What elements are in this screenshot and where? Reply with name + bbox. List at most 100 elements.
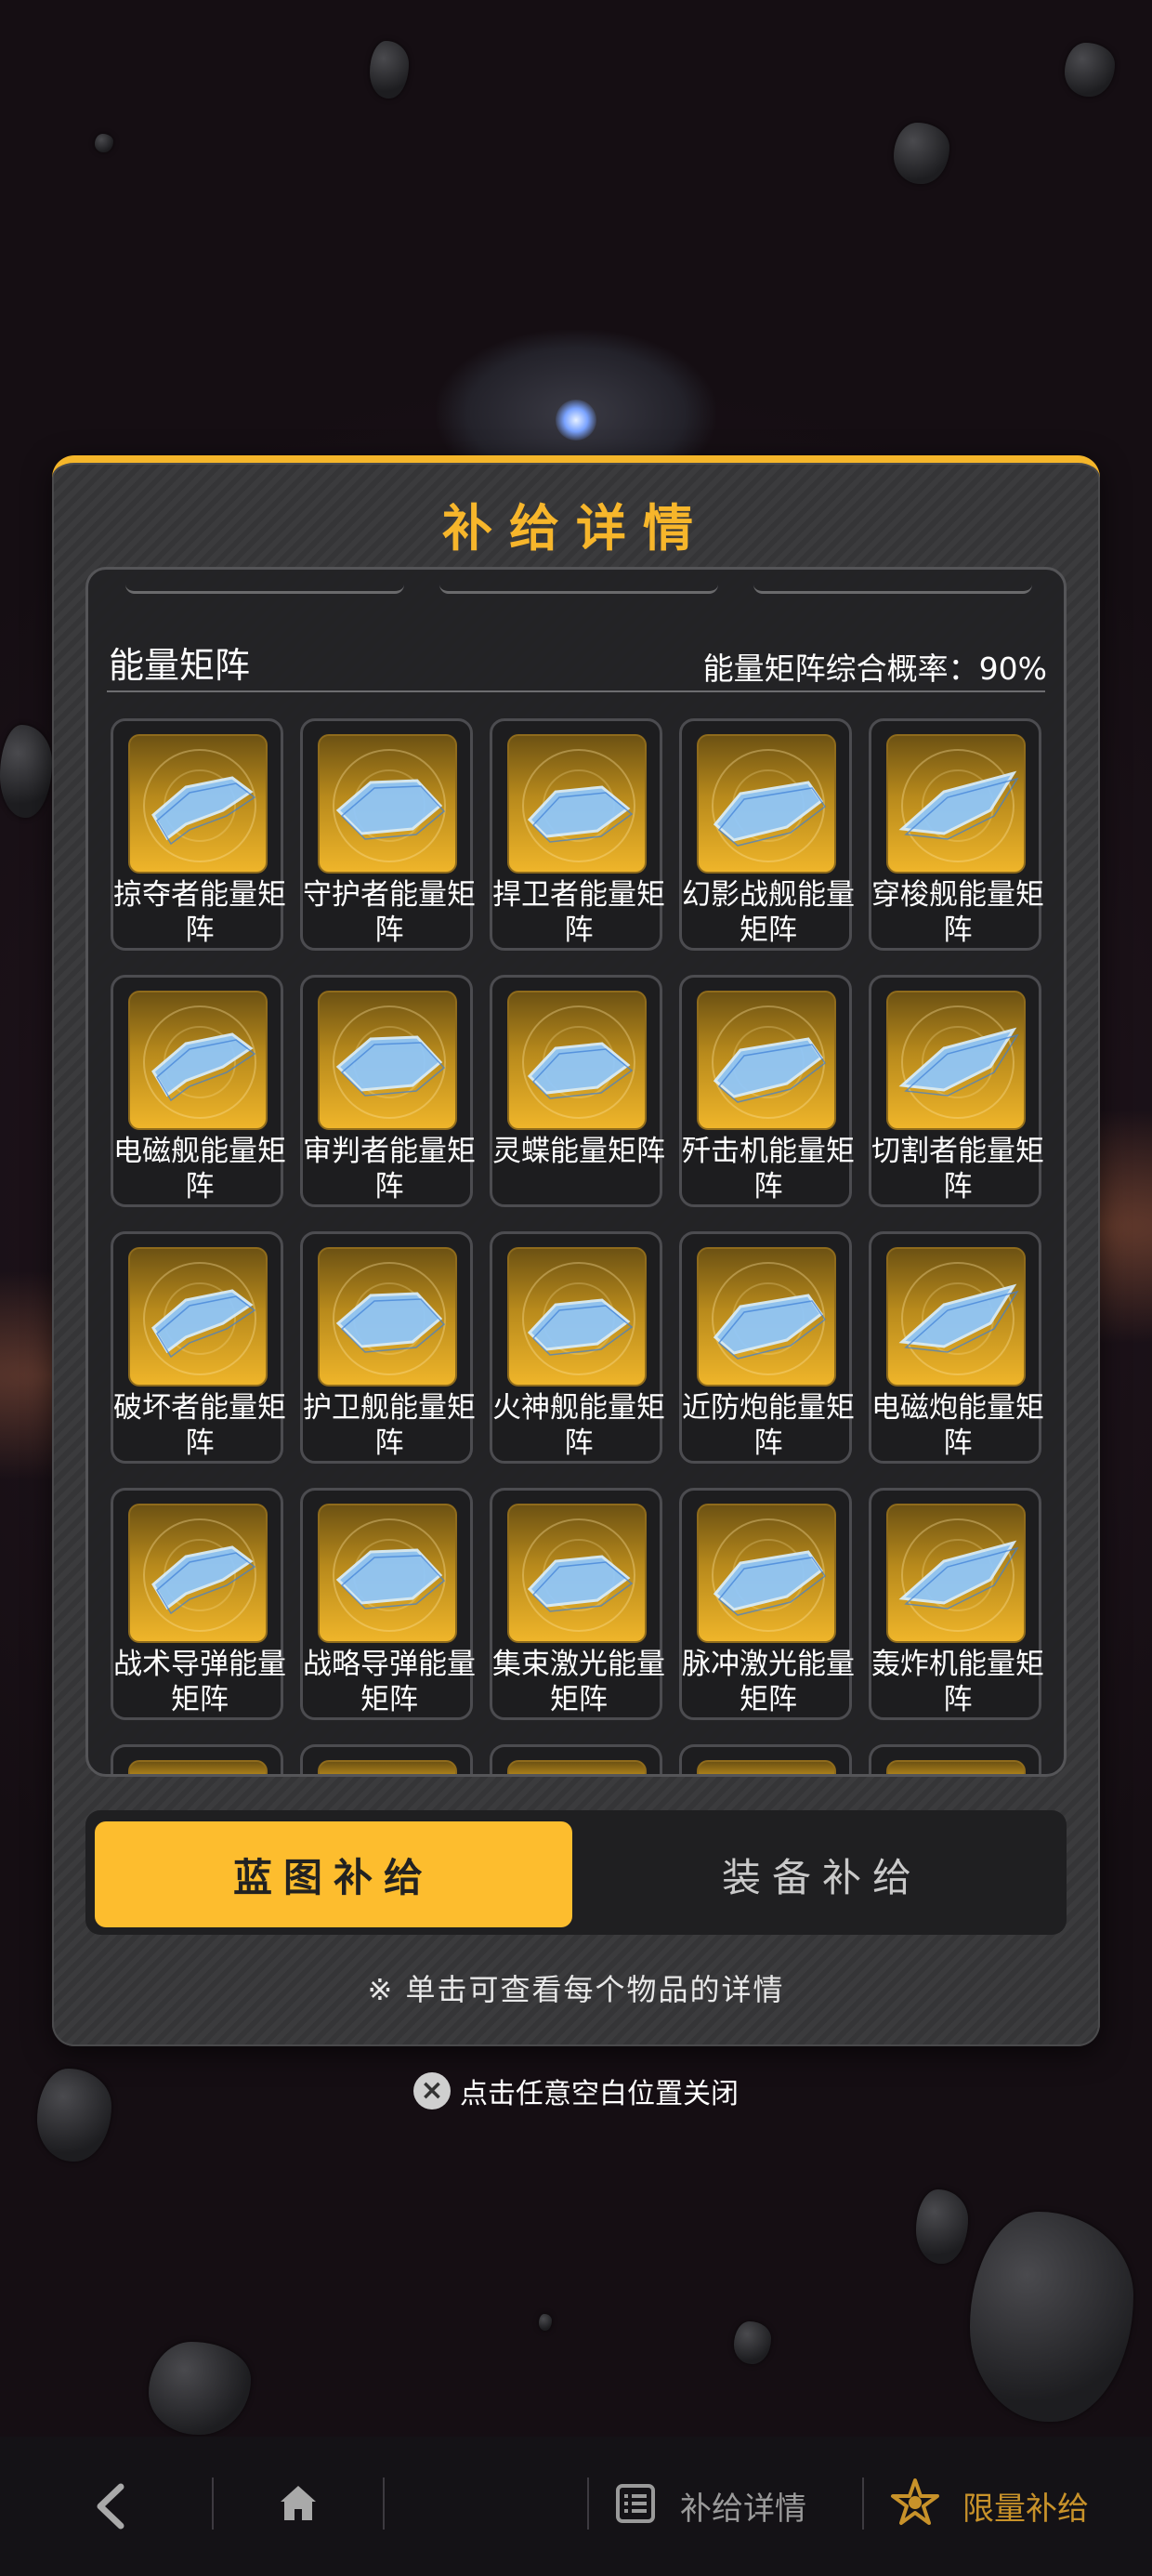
item-name: 守护者能量矩阵: [303, 878, 476, 947]
back-arrow-icon[interactable]: [87, 2479, 136, 2533]
panel-tab-divider: [753, 585, 1032, 594]
item-card[interactable]: 电磁舰能量矩阵: [111, 975, 286, 1207]
item-card[interactable]: 捍卫者能量矩阵: [490, 718, 665, 951]
item-card-partial[interactable]: [300, 1744, 473, 1774]
item-card[interactable]: 穿梭舰能量矩阵: [869, 718, 1044, 951]
supply-details-dialog: 补给详情 能量矩阵 能量矩阵综合概率：90% 掠夺者能量矩阵 守护者能量矩阵 捍卫者…: [52, 455, 1100, 2046]
item-card[interactable]: 火神舰能量矩阵: [490, 1231, 665, 1464]
ship-defender-icon: [507, 734, 647, 874]
item-card[interactable]: 审判者能量矩阵: [300, 975, 476, 1207]
item-card[interactable]: 脉冲激光能量矩阵: [679, 1488, 855, 1720]
nav-supply-details[interactable]: 补给详情: [680, 2483, 806, 2529]
ship-guardian-icon: [318, 734, 457, 874]
asteroid: [0, 725, 52, 818]
item-name: 火神舰能量矩阵: [492, 1391, 665, 1460]
game-screen[interactable]: 补给详情 能量矩阵 能量矩阵综合概率：90% 掠夺者能量矩阵 守护者能量矩阵 捍卫者…: [0, 0, 1152, 2576]
item-card[interactable]: 切割者能量矩阵: [869, 975, 1044, 1207]
item-name: 近防炮能量矩阵: [682, 1391, 855, 1460]
turret-pulse-laser-icon: [697, 1504, 836, 1643]
nav-divider: [383, 2477, 385, 2530]
item-card[interactable]: 幻影战舰能量矩阵: [679, 718, 855, 951]
item-name: 战略导弹能量矩阵: [303, 1648, 476, 1716]
panel-tab-divider: [439, 585, 718, 594]
section-probability: 能量矩阵综合概率：90%: [702, 651, 1047, 687]
item-card[interactable]: 掠夺者能量矩阵: [111, 718, 286, 951]
asteroid: [916, 2189, 968, 2264]
turret-tactical-missile-icon: [128, 1504, 268, 1643]
ship-destroyer-icon: [128, 1247, 268, 1387]
item-name: 破坏者能量矩阵: [113, 1391, 286, 1460]
home-icon[interactable]: [275, 2479, 321, 2526]
item-card[interactable]: 灵蝶能量矩阵: [490, 975, 665, 1207]
item-name: 审判者能量矩阵: [303, 1135, 476, 1203]
close-icon[interactable]: ×: [413, 2072, 451, 2109]
item-card[interactable]: 集束激光能量矩阵: [490, 1488, 665, 1720]
item-card[interactable]: 战术导弹能量矩阵: [111, 1488, 286, 1720]
item-card[interactable]: 歼击机能量矩阵: [679, 975, 855, 1207]
item-name: 灵蝶能量矩阵: [492, 1135, 665, 1168]
item-name: 护卫舰能量矩阵: [303, 1391, 476, 1460]
nav-divider: [862, 2477, 864, 2530]
item-card[interactable]: 近防炮能量矩阵: [679, 1231, 855, 1464]
item-name: 电磁炮能量矩阵: [871, 1391, 1044, 1460]
item-name: 切割者能量矩阵: [871, 1135, 1044, 1203]
item-card[interactable]: 护卫舰能量矩阵: [300, 1231, 476, 1464]
item-card[interactable]: 守护者能量矩阵: [300, 718, 476, 951]
bomber-icon: [886, 1504, 1026, 1643]
item-name: 战术导弹能量矩阵: [113, 1648, 286, 1716]
item-thumbnail: [128, 1760, 268, 1774]
asteroid: [539, 2314, 552, 2331]
turret-close-defense-icon: [697, 1247, 836, 1387]
supply-type-switch: 蓝图补给 装备补给: [85, 1810, 1067, 1935]
item-card-partial[interactable]: [869, 1744, 1041, 1774]
asteroid: [734, 2321, 771, 2364]
asteroid: [1065, 43, 1115, 97]
items-panel[interactable]: 能量矩阵 能量矩阵综合概率：90% 掠夺者能量矩阵 守护者能量矩阵 捍卫者能量矩阵幻…: [85, 567, 1067, 1777]
item-thumbnail: [697, 1760, 836, 1774]
turret-strategic-missile-icon: [318, 1504, 457, 1643]
spaceship-engine-glow: [556, 400, 596, 440]
item-card-partial[interactable]: [111, 1744, 283, 1774]
bottom-nav-bar: 补给详情 限量补给: [0, 2437, 1152, 2576]
nav-divider: [587, 2477, 589, 2530]
asteroid: [95, 134, 113, 152]
asteroid: [894, 123, 949, 184]
section-divider: [107, 690, 1045, 692]
ship-marauder-icon: [128, 734, 268, 874]
item-name: 掠夺者能量矩阵: [113, 878, 286, 947]
ship-cutter-icon: [886, 991, 1026, 1130]
ship-judge-icon: [318, 991, 457, 1130]
item-card[interactable]: 轰炸机能量矩阵: [869, 1488, 1044, 1720]
item-card[interactable]: 破坏者能量矩阵: [111, 1231, 286, 1464]
item-name: 幻影战舰能量矩阵: [682, 878, 855, 947]
nav-limited-supply[interactable]: 限量补给: [962, 2483, 1089, 2529]
ship-butterfly-icon: [507, 991, 647, 1130]
section-title: 能量矩阵: [109, 645, 251, 686]
item-card[interactable]: 电磁炮能量矩阵: [869, 1231, 1044, 1464]
close-hint[interactable]: × 点击任意空白位置关闭: [0, 2070, 1152, 2111]
item-name: 电磁舰能量矩阵: [113, 1135, 286, 1203]
turret-beam-laser-icon: [507, 1504, 647, 1643]
item-card[interactable]: 战略导弹能量矩阵: [300, 1488, 476, 1720]
ship-shuttle-icon: [886, 734, 1026, 874]
star-badge-icon[interactable]: [890, 2477, 940, 2528]
item-card-partial[interactable]: [490, 1744, 662, 1774]
list-icon[interactable]: [615, 2483, 656, 2524]
item-thumbnail: [318, 1760, 457, 1774]
item-name: 集束激光能量矩阵: [492, 1648, 665, 1716]
ship-vulcan-icon: [507, 1247, 647, 1387]
details-hint: ※ 单击可查看每个物品的详情: [367, 1972, 785, 2007]
ship-electromagnetic-icon: [128, 991, 268, 1130]
tab-equipment-supply[interactable]: 装备补给: [587, 1821, 1057, 1927]
tab-blueprint-supply[interactable]: 蓝图补给: [95, 1821, 572, 1927]
item-name: 歼击机能量矩阵: [682, 1135, 855, 1203]
item-card-partial[interactable]: [679, 1744, 852, 1774]
turret-railgun-icon: [886, 1247, 1026, 1387]
item-name: 捍卫者能量矩阵: [492, 878, 665, 947]
ship-phantom-icon: [697, 734, 836, 874]
asteroid: [370, 41, 409, 99]
item-thumbnail: [507, 1760, 647, 1774]
item-name: 轰炸机能量矩阵: [871, 1648, 1044, 1716]
item-name: 脉冲激光能量矩阵: [682, 1648, 855, 1716]
asteroid: [970, 2212, 1133, 2422]
